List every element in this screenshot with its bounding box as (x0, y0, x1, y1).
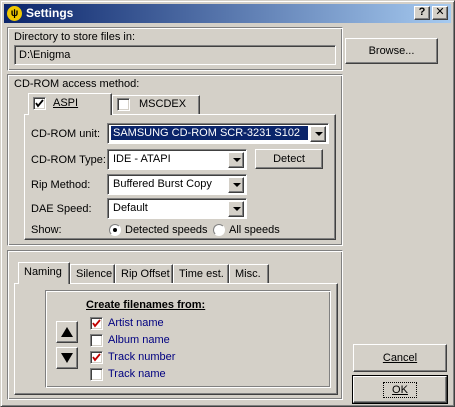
dae-speed-label: DAE Speed: (31, 203, 92, 215)
cdrom-access-label: CD-ROM access method: (14, 78, 140, 90)
title-bar[interactable]: ψ Settings ? ✕ (4, 4, 451, 23)
cdrom-type-value: IDE - ATAPI (113, 153, 171, 165)
settings-window: ψ Settings ? ✕ Directory to store files … (0, 0, 455, 407)
all-speeds-label[interactable]: All speeds (229, 224, 280, 236)
tab-rip-offset[interactable]: Rip Offset (115, 264, 173, 284)
track-number-label[interactable]: Track number (108, 351, 175, 363)
cdrom-type-select[interactable]: IDE - ATAPI (107, 149, 247, 170)
detected-speeds-radio[interactable] (109, 224, 121, 236)
tab-silence[interactable]: Silence (70, 264, 115, 284)
check-mark-icon (35, 99, 44, 108)
detect-button[interactable]: Detect (255, 149, 323, 169)
directory-label: Directory to store files in: (14, 31, 136, 43)
close-button[interactable]: ✕ (432, 6, 448, 20)
ok-button[interactable]: OK (352, 375, 448, 404)
cancel-button[interactable]: Cancel (353, 344, 447, 372)
tab-aspi[interactable]: ASPI (28, 93, 112, 115)
filename-options-box: Create filenames from: Artist name Album… (45, 290, 331, 388)
tab-aspi-label: ASPI (53, 97, 79, 109)
track-number-checkbox[interactable] (90, 351, 103, 364)
tab-naming[interactable]: Naming (18, 262, 70, 284)
tab-time-est[interactable]: Time est. (173, 264, 229, 284)
show-label: Show: (31, 224, 62, 236)
cdrom-unit-select[interactable]: SAMSUNG CD-ROM SCR-3231 S102 (107, 123, 329, 144)
cancel-button-label: Cancel (382, 352, 418, 364)
dae-speed-value: Default (113, 202, 148, 214)
check-mark-icon (92, 353, 101, 362)
rip-method-label: Rip Method: (31, 179, 91, 191)
aspi-checkbox[interactable] (33, 97, 46, 110)
album-name-label[interactable]: Album name (108, 334, 170, 346)
track-name-checkbox[interactable] (90, 368, 103, 381)
album-name-checkbox[interactable] (90, 334, 103, 347)
cdrom-type-label: CD-ROM Type: (31, 154, 106, 166)
rip-method-value: Buffered Burst Copy (113, 178, 212, 190)
filenames-heading: Create filenames from: (86, 299, 206, 311)
artist-name-checkbox[interactable] (90, 317, 103, 330)
detect-button-label: Detect (273, 153, 305, 165)
artist-name-label[interactable]: Artist name (108, 317, 164, 329)
check-mark-icon (92, 319, 101, 328)
chevron-down-icon[interactable] (228, 177, 244, 193)
browse-button[interactable]: Browse... (345, 38, 438, 64)
tab-mscdex[interactable]: MSCDEX (112, 95, 200, 115)
app-icon: ψ (7, 6, 22, 21)
tab-misc[interactable]: Misc. (229, 264, 269, 284)
ok-button-label: OK (383, 381, 417, 398)
tab-silence-label: Silence (76, 268, 113, 280)
chevron-down-icon[interactable] (310, 126, 326, 142)
directory-field[interactable]: D:\Enigma (14, 45, 336, 65)
browse-button-label: Browse... (368, 45, 415, 57)
naming-panel: Create filenames from: Artist name Album… (14, 283, 338, 395)
rip-method-select[interactable]: Buffered Burst Copy (107, 174, 247, 195)
help-button[interactable]: ? (414, 6, 430, 20)
cdrom-access-group: CD-ROM access method: ASPI MSCDEX CD-ROM… (7, 74, 343, 246)
naming-group: Naming Silence Rip Offset Time est. Misc… (7, 250, 343, 400)
move-down-icon[interactable] (56, 347, 78, 369)
tab-mscdex-label: MSCDEX (139, 98, 187, 110)
chevron-down-icon[interactable] (228, 201, 244, 217)
window-title: Settings (26, 6, 74, 20)
directory-group: Directory to store files in: D:\Enigma (7, 27, 343, 71)
cdrom-unit-label: CD-ROM unit: (31, 128, 101, 140)
tab-rip-offset-label: Rip Offset (121, 268, 170, 280)
dae-speed-select[interactable]: Default (107, 198, 247, 219)
mscdex-checkbox[interactable] (117, 98, 130, 111)
cdrom-unit-value: SAMSUNG CD-ROM SCR-3231 S102 (111, 126, 308, 140)
aspi-panel: CD-ROM unit: SAMSUNG CD-ROM SCR-3231 S10… (24, 114, 336, 240)
tab-misc-label: Misc. (235, 268, 261, 280)
chevron-down-icon[interactable] (228, 152, 244, 168)
all-speeds-radio[interactable] (213, 224, 225, 236)
track-name-label[interactable]: Track name (108, 368, 166, 380)
tab-time-est-label: Time est. (179, 268, 224, 280)
move-up-icon[interactable] (56, 321, 78, 343)
tab-naming-label: Naming (24, 266, 62, 278)
detected-speeds-label[interactable]: Detected speeds (125, 224, 208, 236)
